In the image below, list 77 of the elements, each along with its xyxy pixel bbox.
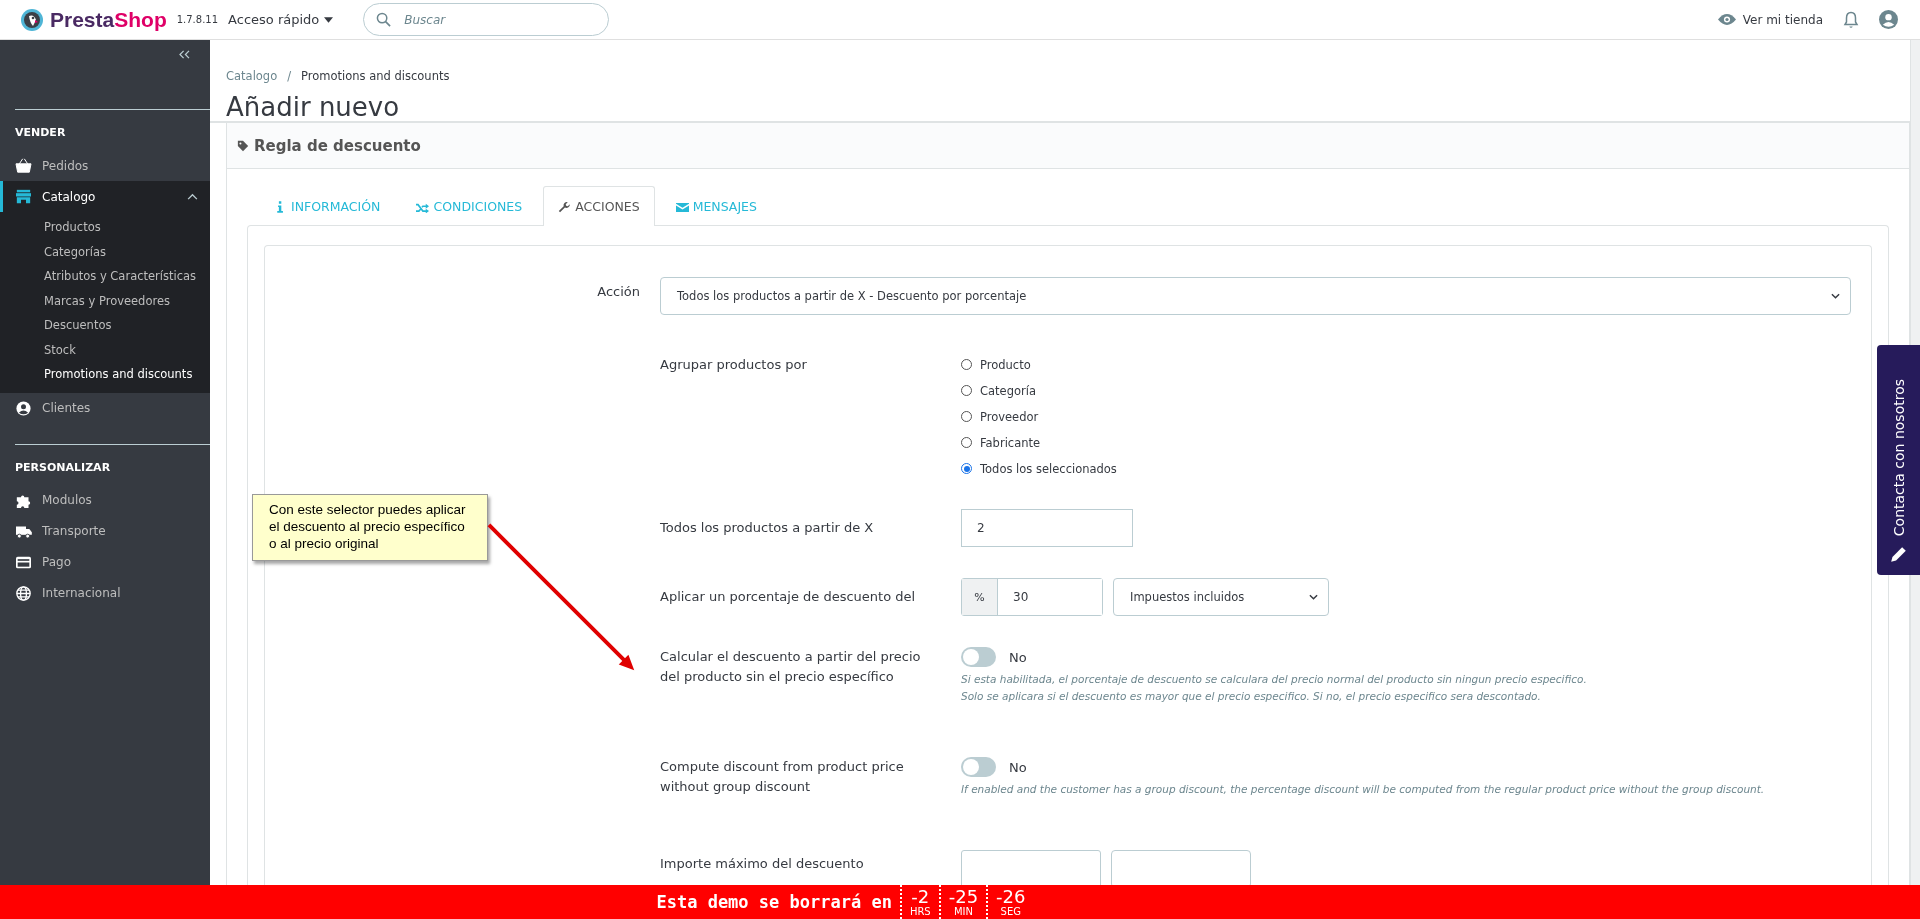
quantity-input[interactable]: 2 bbox=[961, 509, 1133, 547]
help-text: Si esta habilitada, el porcentaje de descuento se calculara del precio normal del producto sin ningun precio especifico. bbox=[961, 672, 1587, 687]
radio-option[interactable]: Fabricante bbox=[961, 433, 1117, 452]
chevron-down-icon bbox=[1309, 594, 1318, 600]
globe-icon bbox=[15, 585, 32, 601]
field-label: Aplicar un porcentaje de descuento del bbox=[660, 588, 917, 606]
sidebar-subitem[interactable]: Atributos y Características bbox=[0, 264, 210, 289]
panel-title: Regla de descuento bbox=[254, 136, 421, 155]
toggle-switch[interactable] bbox=[961, 757, 996, 777]
countdown-unit: HRS bbox=[909, 906, 931, 917]
sidebar-item[interactable]: Clientes bbox=[0, 392, 210, 424]
page-title: Añadir nuevo bbox=[226, 92, 401, 122]
basket-icon bbox=[15, 158, 32, 173]
eye-icon bbox=[1717, 14, 1736, 25]
version-label: 1.7.8.11 bbox=[176, 14, 219, 25]
search-field[interactable]: Buscar bbox=[363, 3, 610, 36]
toggle-state: No bbox=[1009, 759, 1027, 775]
breadcrumb-separator: / bbox=[287, 69, 292, 83]
help-text: Solo se aplicara si el descuento es mayor que el precio especifico. Si no, el precio especifico sera descontado. bbox=[961, 689, 1542, 704]
countdown-unit: MIN bbox=[953, 906, 973, 917]
field-label: Agrupar productos por bbox=[660, 356, 808, 374]
annotation-callout: Con este selector puedes aplicar el descuento al precio específico o al precio original bbox=[252, 494, 488, 561]
chevron-down-icon bbox=[1831, 293, 1840, 299]
sidebar-item[interactable]: Internacional bbox=[0, 577, 210, 609]
wrench-icon bbox=[558, 200, 572, 213]
radio-option[interactable]: Categoría bbox=[961, 381, 1117, 400]
countdown-message: Esta demo se borrará en bbox=[656, 892, 892, 912]
contact-tab[interactable]: Contacta con nosotros bbox=[1877, 345, 1920, 575]
toggle-switch[interactable] bbox=[961, 647, 996, 667]
field-label: Calcular el descuento a partir del precio del producto sin el precio específico bbox=[660, 648, 922, 686]
caret-icon bbox=[324, 16, 334, 23]
quick-access-menu[interactable]: Acceso rápido bbox=[228, 12, 334, 27]
countdown-value: -2 bbox=[911, 887, 930, 906]
sidebar-section-title: PERSONALIZAR bbox=[14, 459, 112, 476]
collapse-sidebar-icon[interactable] bbox=[179, 50, 190, 59]
radio-option[interactable]: Producto bbox=[961, 355, 1117, 374]
sidebar-section-title: VENDER bbox=[14, 125, 67, 141]
action-select[interactable]: Todos los productos a partir de X - Descuento por porcentaje bbox=[660, 277, 1851, 315]
envelope-icon bbox=[675, 200, 689, 213]
countdown-value: -25 bbox=[948, 887, 979, 906]
amount-input[interactable] bbox=[961, 850, 1101, 888]
toggle-state: No bbox=[1009, 649, 1027, 665]
sidebar-subitem[interactable]: Stock bbox=[0, 337, 210, 362]
tag-icon bbox=[237, 139, 249, 152]
tab[interactable]: ACCIONES bbox=[543, 186, 655, 226]
view-store-link[interactable]: Ver mi tienda bbox=[1717, 12, 1823, 27]
sidebar-item[interactable]: Transporte bbox=[0, 515, 210, 547]
radio-option[interactable]: Todos los seleccionados bbox=[961, 459, 1117, 478]
search-icon bbox=[376, 12, 392, 27]
sidebar-subitem[interactable]: Descuentos bbox=[0, 313, 210, 338]
field-label: Importe máximo del descuento bbox=[660, 855, 865, 873]
sidebar-item[interactable]: Pago bbox=[0, 546, 210, 578]
card-icon bbox=[15, 554, 32, 570]
sidebar-subitem[interactable]: Marcas y Proveedores bbox=[0, 288, 210, 313]
field-label: Acción bbox=[596, 283, 641, 299]
sidebar-subitem[interactable]: Productos bbox=[0, 215, 210, 240]
countdown-value: -26 bbox=[996, 887, 1026, 906]
help-text: If enabled and the customer has a group discount, the percentage discount will be computed from the regular product price without the group discount. bbox=[961, 782, 1765, 797]
user-icon bbox=[15, 400, 32, 416]
prestashop-logo[interactable]: PrestaShop bbox=[20, 7, 167, 32]
notifications-bell-icon[interactable] bbox=[1843, 10, 1859, 29]
sidebar-subitem[interactable]: Promotions and discounts bbox=[0, 362, 210, 387]
user-avatar-icon[interactable] bbox=[1879, 10, 1898, 29]
field-label: Todos los productos a partir de X bbox=[660, 519, 875, 537]
sidebar-subitem[interactable]: Categorías bbox=[0, 239, 210, 264]
breadcrumb-link[interactable]: Catalogo bbox=[226, 69, 278, 83]
field-label: Compute discount from product price without group discount bbox=[660, 758, 905, 796]
pencil-icon bbox=[1890, 546, 1907, 563]
countdown-unit: SEG bbox=[1000, 906, 1021, 917]
currency-select[interactable] bbox=[1111, 850, 1251, 888]
tax-select[interactable]: Impuestos incluidos bbox=[1113, 578, 1329, 616]
sidebar-item[interactable]: Pedidos bbox=[0, 150, 210, 181]
radio-option[interactable]: Proveedor bbox=[961, 407, 1117, 426]
breadcrumb-link[interactable]: Promotions and discounts bbox=[301, 69, 450, 83]
sidebar-item[interactable]: Modulos bbox=[0, 484, 210, 516]
chevron-icon[interactable] bbox=[187, 193, 198, 200]
store-icon bbox=[15, 189, 32, 204]
